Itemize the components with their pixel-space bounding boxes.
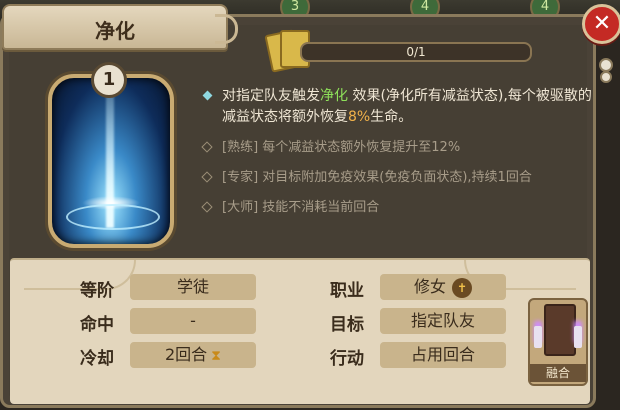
skill-level-badge: 1 [91,62,127,98]
upgrade-text: [专家] 对目标附加免疫效果(免疫负面状态),持续1回合 [222,170,532,185]
hit-label: 命中 [80,315,114,335]
upgrade-proficient: [熟练] 每个减益状态额外恢复提升至12% [200,138,595,158]
cooldown-label: 冷却 [80,349,114,369]
upgrade-bullet-icon [201,201,213,213]
diamond-bullet-icon [202,90,213,101]
rank-value: 学徒 [130,274,256,300]
fusion-label: 融合 [530,364,586,382]
class-label: 职业 [330,281,364,301]
upgrade-expert: [专家] 对目标附加免疫效果(免疫负面状态),持续1回合 [200,168,595,188]
close-button[interactable]: ✕ [582,4,620,44]
pin-icon [599,58,613,83]
upgrade-master: [大师] 技能不消耗当前回合 [200,198,595,218]
fusion-tablet-icon [544,304,576,356]
action-value: 占用回合 [380,342,506,368]
target-value: 指定队友 [380,308,506,334]
skill-description: 对指定队友触发净化 效果(净化所有减益状态),每个被驱散的减益状态将额外恢复8%… [200,86,595,218]
upgrade-bullet-icon [201,141,213,153]
heal-percent: 8% [348,109,371,125]
hit-value: - [130,308,256,334]
keyword-purify: 净化 [320,88,348,104]
candle-icon [534,326,542,348]
description-text: 生命。 [370,109,413,125]
upgrade-bullet-icon [201,171,213,183]
cooldown-text: 2回合 [164,345,208,364]
skill-title: 净化 [95,19,135,43]
stats-panel: 等阶 学徒 命中 - 冷却 2回合 ⧗ 职业 修女 ✝ 目标 指定队友 行动 占用回… [10,258,590,404]
nun-class-icon: ✝ [452,277,472,298]
cooldown-value: 2回合 ⧗ [130,342,256,368]
title-tab: 净化 [2,4,238,50]
rank-label: 等阶 [80,281,114,301]
upgrade-text: [大师] 技能不消耗当前回合 [222,200,380,215]
progress-text: 0/1 [406,45,426,59]
upgrade-text: [熟练] 每个减益状态额外恢复提升至12% [222,140,461,155]
description-text: 对指定队友触发 [222,88,320,104]
fusion-button[interactable]: 融合 [528,298,588,386]
target-label: 目标 [330,315,364,335]
class-text: 修女 [413,277,446,296]
light-ring [66,204,160,230]
class-value: 修女 ✝ [380,274,506,300]
description-main: 对指定队友触发净化 效果(净化所有减益状态),每个被驱散的减益状态将额外恢复8%… [200,86,595,128]
action-label: 行动 [330,349,364,369]
hourglass-icon: ⧗ [211,348,221,364]
skill-progress-bar: 0/1 [300,42,532,62]
candle-icon [574,326,582,348]
skill-portrait [48,74,174,248]
